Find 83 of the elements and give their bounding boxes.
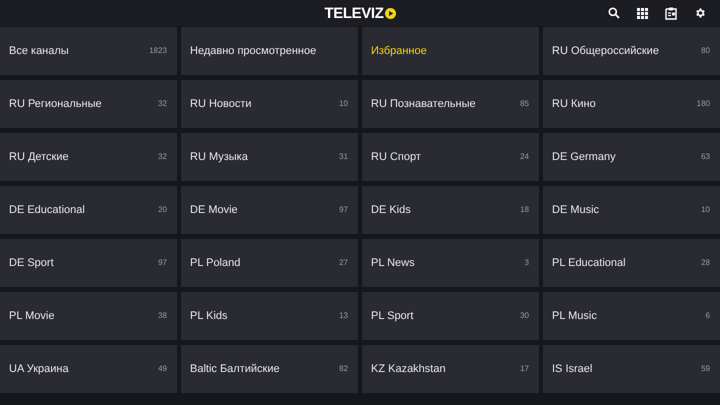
channel-count: 24 — [520, 151, 529, 163]
category-label: RU Спорт — [371, 150, 421, 165]
category-label: RU Детские — [9, 150, 69, 165]
category-label: DE Kids — [371, 202, 411, 218]
category-label: RU Кино — [552, 96, 596, 112]
category-label: Baltic Балтийские — [190, 362, 280, 377]
category-tile[interactable]: RU Общероссийские 80 — [543, 27, 720, 75]
category-label: IS Israel — [552, 362, 592, 377]
category-tile[interactable]: RU Музыка 31 — [181, 133, 358, 181]
channel-count: 97 — [339, 204, 348, 216]
channel-count: 49 — [158, 363, 167, 375]
channel-count: 28 — [701, 257, 710, 269]
category-label: PL Educational — [552, 256, 626, 271]
channel-count: 18 — [520, 204, 529, 216]
category-tile[interactable]: RU Региональные 32 — [0, 80, 177, 128]
category-label: RU Музыка — [190, 150, 248, 165]
channel-count: 32 — [158, 98, 167, 110]
category-label: PL News — [371, 256, 415, 271]
category-label: Недавно просмотренное — [190, 44, 316, 59]
channel-count: 97 — [158, 257, 167, 269]
category-tile[interactable]: PL Music 6 — [543, 292, 720, 340]
category-tile[interactable]: DE Germany 63 — [543, 133, 720, 181]
category-label: RU Новости — [190, 96, 252, 112]
category-tile[interactable]: KZ Kazakhstan 17 — [362, 345, 539, 393]
channel-count: 30 — [520, 310, 529, 322]
channel-count: 17 — [520, 363, 529, 375]
channel-count: 63 — [701, 151, 710, 163]
category-tile[interactable]: PL Poland 27 — [181, 239, 358, 287]
category-label: RU Общероссийские — [552, 44, 659, 59]
category-tile[interactable]: DE Kids 18 — [362, 186, 539, 234]
category-tile[interactable]: Недавно просмотренное — [181, 27, 358, 75]
category-tile[interactable]: RU Новости 10 — [181, 80, 358, 128]
category-tile[interactable]: PL Kids 13 — [181, 292, 358, 340]
category-label: DE Movie — [190, 202, 238, 218]
category-label: DE Educational — [9, 202, 85, 218]
channel-count: 27 — [339, 257, 348, 269]
category-tile[interactable]: Baltic Балтийские 82 — [181, 345, 358, 393]
category-label: PL Kids — [190, 308, 228, 324]
channel-count: 82 — [339, 363, 348, 375]
category-tile[interactable]: RU Кино 180 — [543, 80, 720, 128]
category-label: RU Региональные — [9, 96, 102, 112]
channel-count: 38 — [158, 310, 167, 322]
category-tile[interactable]: Избранное — [362, 27, 539, 75]
category-label: DE Music — [552, 202, 600, 218]
channel-count: 3 — [524, 257, 529, 269]
channel-count: 10 — [339, 98, 348, 110]
category-tile[interactable]: DE Sport 97 — [0, 239, 177, 287]
channel-count: 85 — [520, 98, 529, 110]
category-label: RU Познавательные — [371, 96, 476, 112]
category-label: DE Sport — [9, 256, 54, 271]
category-label: KZ Kazakhstan — [371, 362, 446, 377]
category-label: UA Украина — [9, 362, 69, 377]
category-tile[interactable]: RU Детские 32 — [0, 133, 177, 181]
category-tile[interactable]: DE Educational 20 — [0, 186, 177, 234]
channel-count: 180 — [696, 98, 710, 110]
category-label: PL Sport — [371, 308, 414, 324]
category-tile[interactable]: DE Movie 97 — [181, 186, 358, 234]
channel-count: 80 — [701, 45, 710, 57]
channel-count: 6 — [706, 310, 710, 322]
category-tile[interactable]: Все каналы 1823 — [0, 27, 177, 75]
category-label: DE Germany — [552, 150, 616, 165]
category-tile[interactable]: RU Познавательные 85 — [362, 80, 539, 128]
category-tile[interactable]: RU Спорт 24 — [362, 133, 539, 181]
channel-count: 59 — [701, 363, 710, 375]
category-tile[interactable]: PL Sport 30 — [362, 292, 539, 340]
channel-count: 31 — [339, 151, 348, 163]
channel-count: 32 — [158, 151, 167, 163]
category-tile[interactable]: IS Israel 59 — [543, 345, 720, 393]
channel-count: 1823 — [149, 45, 167, 57]
category-tile[interactable]: PL News 3 — [362, 239, 539, 287]
channel-count: 20 — [158, 204, 167, 216]
category-tile[interactable]: UA Украина 49 — [0, 345, 177, 393]
category-label: Все каналы — [9, 44, 69, 59]
channel-count: 10 — [701, 204, 710, 216]
category-tile[interactable]: PL Movie 38 — [0, 292, 177, 340]
category-tile[interactable]: PL Educational 28 — [543, 239, 720, 287]
category-tile[interactable]: DE Music 10 — [543, 186, 720, 234]
logo-text: TELEVIZ — [324, 6, 384, 20]
category-label: Избранное — [371, 44, 427, 59]
category-label: PL Movie — [9, 308, 54, 324]
category-label: PL Music — [552, 308, 597, 324]
category-label: PL Poland — [190, 256, 240, 271]
channel-count: 13 — [339, 310, 348, 322]
